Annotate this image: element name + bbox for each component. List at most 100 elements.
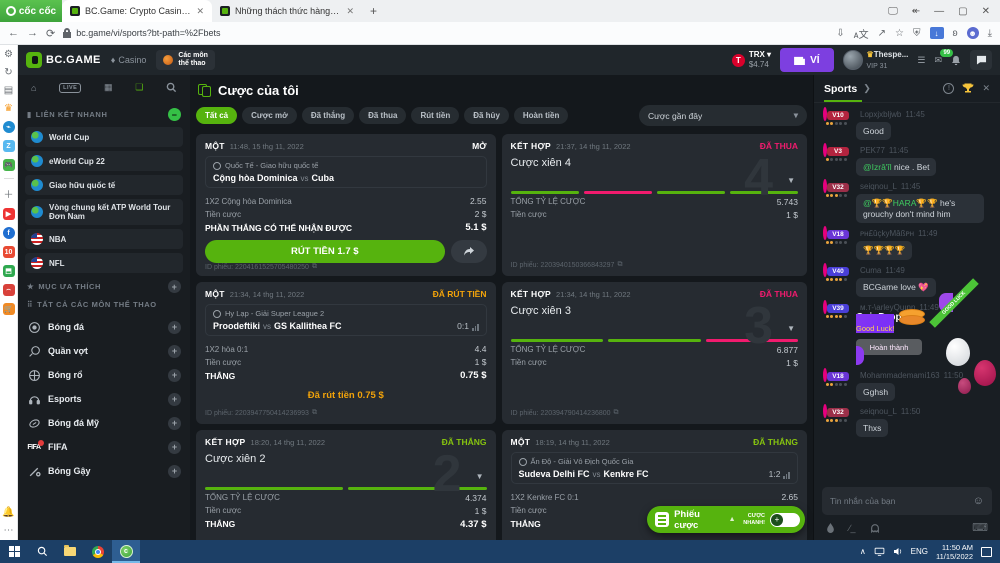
crown-icon[interactable]: ♛	[4, 103, 13, 114]
copy-icon[interactable]: ⧉	[617, 261, 622, 269]
gamepad-icon[interactable]: 🎮	[3, 159, 15, 171]
sale-calendar-icon[interactable]: 10	[3, 246, 15, 258]
copy-icon[interactable]: ⧉	[614, 409, 619, 417]
chat-input[interactable]	[830, 496, 973, 506]
sidebar-item-eworld-cup[interactable]: eWorld Cup 22	[25, 151, 183, 171]
sidebar-sport-tennis[interactable]: Quần vợt+	[25, 339, 183, 363]
reading-list-icon[interactable]: ▤	[4, 85, 13, 96]
back-icon[interactable]: ←	[8, 27, 19, 39]
settings-gear-icon[interactable]: ⚙	[4, 49, 13, 60]
more-dots-icon[interactable]: ⋯	[4, 525, 14, 536]
trophy-icon[interactable]	[962, 83, 974, 94]
shopping-bag-icon[interactable]: ⬒	[3, 265, 15, 277]
cashout-button[interactable]: RÚT TIỀN 1.7 $	[205, 240, 445, 263]
new-tab-button[interactable]: +	[370, 4, 377, 18]
chevron-down-icon[interactable]: ▼	[476, 472, 484, 481]
taskbar-search-icon[interactable]	[28, 540, 56, 563]
collapse-button[interactable]: −	[168, 108, 181, 121]
messenger-icon[interactable]: ⌁	[3, 121, 15, 133]
currency-selector[interactable]: T TRX ▾$4.74	[732, 50, 771, 70]
minimize-button[interactable]: —	[934, 6, 944, 17]
sidebar-item-friendlies[interactable]: Giao hữu quốc tế	[25, 175, 183, 195]
coccoc-brand-button[interactable]: cốc cốc	[0, 0, 62, 22]
browser-tab-challenges[interactable]: Những thách thức hàng ngà✕	[212, 0, 362, 22]
stats-icon[interactable]	[783, 472, 790, 479]
mention[interactable]: @Izrâ'îl	[863, 162, 892, 172]
filter-lost[interactable]: Đã thua	[359, 107, 406, 124]
taskbar-clock[interactable]: 11:50 AM11/15/2022	[936, 543, 973, 561]
copy-icon[interactable]: ⧉	[312, 409, 317, 417]
cast-icon[interactable]: 🖵	[888, 6, 898, 17]
history-icon[interactable]: ↻	[4, 67, 12, 78]
nav-casino[interactable]: ♦Casino	[111, 55, 147, 65]
close-tab-icon[interactable]: ✕	[196, 6, 204, 17]
youtube-icon[interactable]: ▶	[3, 208, 15, 220]
bet-card-single-open[interactable]: MỘT11:48, 15 thg 11, 2022MỞ Quốc Tế - Gi…	[196, 134, 496, 276]
file-explorer-icon[interactable]	[56, 540, 84, 563]
calendar-icon[interactable]: ▦	[104, 82, 113, 93]
expand-button[interactable]: +	[168, 393, 181, 406]
expand-button[interactable]: +	[168, 417, 181, 430]
chat-message[interactable]: V10 Lopxjxbljwb11:45Good	[823, 109, 991, 140]
chevron-right-icon[interactable]: ❯	[863, 83, 871, 94]
translate-icon[interactable]: ᴀ文	[854, 26, 869, 41]
bet-card-combo-4[interactable]: KẾT HỢP21:37, 14 thg 11, 2022ĐÃ THUA Cượ…	[502, 134, 807, 276]
extension-icon[interactable]: ʚ	[953, 28, 958, 39]
expand-button[interactable]: +	[168, 345, 181, 358]
expand-button[interactable]: +	[168, 441, 181, 454]
stats-icon[interactable]	[472, 324, 479, 331]
filter-won[interactable]: Đã thắng	[302, 107, 354, 124]
chat-message[interactable]: V32 seiqnou_L11:45@🏆🏆HARA🏆🏆 he's grouchy…	[823, 181, 991, 223]
sidebar-sport-american-football[interactable]: Bóng đá Mỹ+	[25, 411, 183, 435]
sidebar-sport-soccer[interactable]: Bóng đá+	[25, 315, 183, 339]
adblock-shield-icon[interactable]: ⛨	[913, 28, 921, 39]
zalo-icon[interactable]: Z	[3, 140, 15, 152]
rain-icon[interactable]	[826, 523, 835, 533]
volume-icon[interactable]	[893, 547, 903, 556]
chat-message[interactable]: V3 PEK7711:45@Izrâ'îl nice . Bet	[823, 145, 991, 176]
filter-refund[interactable]: Hoàn tiền	[514, 107, 568, 124]
notifications-bell-icon[interactable]	[951, 55, 961, 66]
filter-cancelled[interactable]: Đã hủy	[464, 107, 509, 124]
chat-room-name[interactable]: Sports	[824, 83, 857, 95]
emoji-icon[interactable]: ☺	[973, 495, 984, 507]
bcgame-logo[interactable]: BC.GAME	[26, 52, 101, 68]
browser-profile-icon[interactable]: ☻	[967, 27, 979, 39]
browser-tab-bcgame[interactable]: BC.Game: Crypto Casino Gan✕	[62, 0, 212, 22]
filter-open[interactable]: Cược mở	[242, 107, 297, 124]
filter-all[interactable]: Tất cả	[196, 107, 237, 124]
bet-card-single-cashout[interactable]: MỘT21:34, 14 thg 11, 2022ĐÃ RÚT TIỀN Hy …	[196, 282, 496, 424]
keyboard-icon[interactable]: ⌨	[972, 521, 988, 534]
chat-message[interactable]: V18 ᴘʜ£ûçkyMâßᴘʜ11:49🏆🏆🏆🏆	[823, 228, 991, 260]
expand-button[interactable]: +	[168, 369, 181, 382]
home-icon[interactable]: ⌂	[31, 83, 36, 93]
share-bet-button[interactable]	[451, 240, 487, 263]
sidebar-item-nfl[interactable]: NFL	[25, 253, 183, 273]
quick-bet-toggle[interactable]: +	[770, 513, 800, 527]
chevron-down-icon[interactable]: ▼	[787, 324, 795, 333]
maximize-button[interactable]: ▢	[958, 6, 967, 17]
betslip-button[interactable]: Phiếu cược▲ CƯỢC NHANH! +	[647, 506, 805, 533]
copy-icon[interactable]: ⧉	[312, 263, 317, 271]
expand-button[interactable]: +	[168, 321, 181, 334]
hat-icon[interactable]: ⌢	[3, 284, 15, 296]
claim-button[interactable]: Hoàn thành	[856, 339, 922, 355]
downloads-tray-icon[interactable]: ⤓	[988, 28, 992, 39]
search-icon[interactable]	[166, 82, 177, 93]
my-bets-icon[interactable]: ❏	[135, 82, 143, 93]
expand-button[interactable]: +	[168, 465, 181, 478]
start-button[interactable]	[0, 540, 28, 563]
add-favorite-button[interactable]: +	[168, 280, 181, 293]
forward-icon[interactable]: →	[27, 27, 38, 39]
coccoc-taskbar-icon[interactable]: c	[112, 540, 140, 563]
chrome-taskbar-icon[interactable]	[84, 540, 112, 563]
share-icon[interactable]: ↗	[878, 28, 886, 39]
sidebar-item-nba[interactable]: NBA	[25, 229, 183, 249]
download-manager-icon[interactable]: ↓	[930, 27, 944, 39]
facebook-icon[interactable]: f	[3, 227, 15, 239]
chat-toggle-button[interactable]	[970, 50, 992, 70]
address-field[interactable]: bc.game/vi/sports?bt-path=%2Fbets	[63, 28, 828, 38]
mail-icon[interactable]: ✉99	[934, 55, 942, 66]
network-icon[interactable]	[874, 547, 885, 556]
close-chat-icon[interactable]: ✕	[982, 83, 990, 94]
